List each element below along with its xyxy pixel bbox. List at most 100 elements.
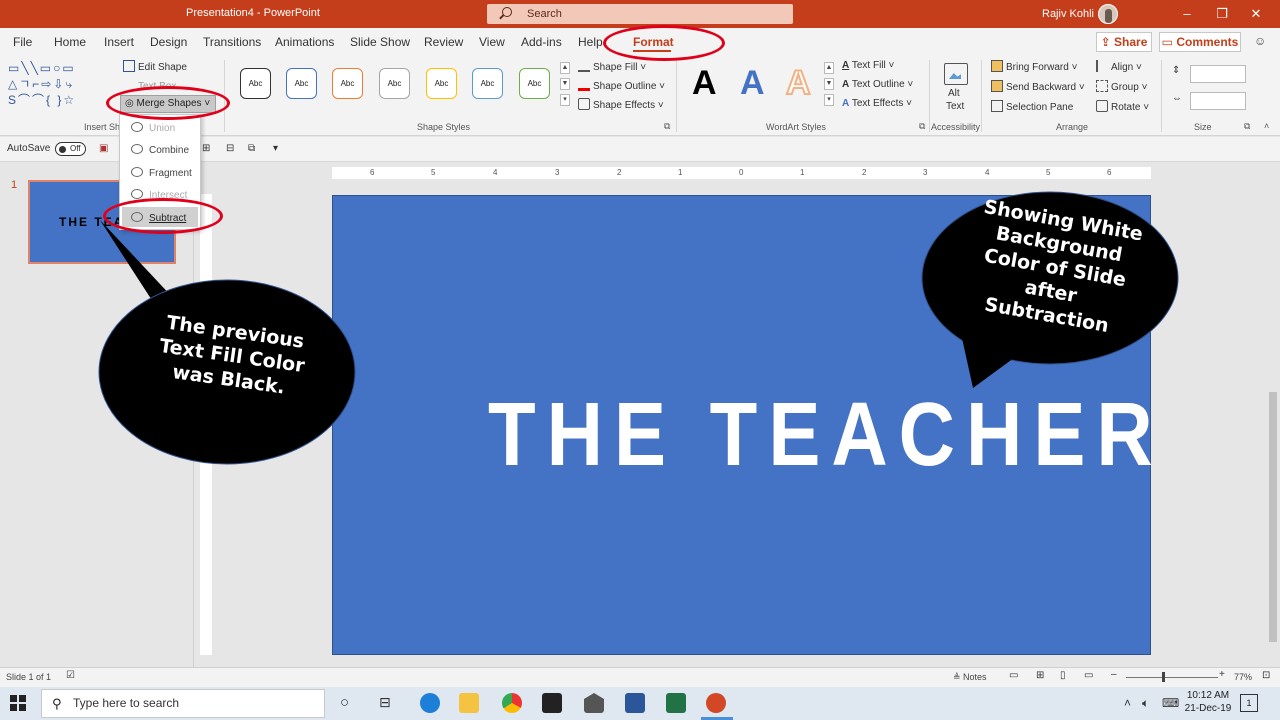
zoom-in-button[interactable]: +	[1219, 669, 1225, 680]
vertical-scrollbar[interactable]	[1266, 162, 1280, 667]
scrollbar-thumb[interactable]	[1269, 392, 1277, 642]
qat-distribute-icon[interactable]: ⊟	[226, 143, 234, 154]
file-explorer-icon[interactable]	[459, 693, 479, 713]
collapse-ribbon-icon[interactable]: ˄	[1264, 121, 1269, 131]
shape-style-5[interactable]: Abc	[426, 68, 457, 99]
slide-sorter-icon[interactable]: ⊞	[1036, 670, 1044, 681]
gallery-up-arrow[interactable]: ▲	[560, 62, 570, 74]
keyboard-icon[interactable]: ⌨	[1162, 696, 1179, 710]
excel-icon[interactable]	[666, 693, 686, 713]
comments-button[interactable]: ▭ Comments	[1159, 32, 1241, 52]
menu-item-combine[interactable]: Combine	[131, 144, 189, 156]
align-button[interactable]: Align ˅	[1096, 60, 1142, 73]
shape-outline-button[interactable]: Shape Outline ˅	[578, 79, 665, 92]
slideshow-view-icon[interactable]: ▭	[1084, 670, 1093, 681]
send-backward-button[interactable]: Send Backward ˅	[991, 80, 1085, 93]
zoom-out-button[interactable]: –	[1111, 669, 1117, 680]
alt-text-label-2[interactable]: Text	[946, 101, 964, 112]
fit-to-window-icon[interactable]: ⊡	[1262, 670, 1270, 681]
show-hidden-icons-icon[interactable]: ˄	[1124, 696, 1131, 710]
taskbar-clock[interactable]: 10:12 AM 21-Dec-19	[1184, 689, 1232, 715]
shape-style-4[interactable]: Abc	[379, 68, 410, 99]
text-fill-button[interactable]: A Text Fill ˅	[842, 60, 894, 71]
rotate-button[interactable]: Rotate ˅	[1096, 100, 1149, 113]
chrome-icon[interactable]	[502, 693, 522, 713]
store-icon[interactable]	[542, 693, 562, 713]
pen-icon	[578, 79, 590, 91]
alt-text-icon[interactable]	[944, 63, 968, 85]
word-icon[interactable]	[625, 693, 645, 713]
edge-icon[interactable]	[420, 693, 440, 713]
wordart-up-arrow[interactable]: ▲	[824, 62, 834, 74]
spell-check-icon[interactable]: ☑	[66, 670, 75, 681]
shape-style-7[interactable]: Abc	[519, 68, 550, 99]
edit-shape-button[interactable]: Edit Shape	[123, 60, 187, 73]
group-button[interactable]: Group ˅	[1096, 80, 1147, 93]
wordart-style-1[interactable]: A	[692, 64, 717, 103]
avatar[interactable]	[1098, 4, 1118, 24]
tab-design[interactable]: Design	[150, 35, 187, 49]
restore-button[interactable]: ❐	[1212, 4, 1232, 24]
menu-item-union[interactable]: Union	[131, 122, 175, 134]
tab-slide-show[interactable]: Slide Show	[350, 35, 410, 49]
search-box[interactable]: Search	[487, 4, 793, 24]
powerpoint-icon[interactable]	[706, 693, 726, 713]
dialog-launcher-icon[interactable]: ⧉	[1244, 121, 1250, 132]
tab-transitions[interactable]: Transitions	[203, 35, 261, 49]
selection-pane-button[interactable]: Selection Pane	[991, 100, 1073, 113]
tab-add-ins[interactable]: Add-ins	[521, 35, 562, 49]
wordart-style-2[interactable]: A	[740, 64, 765, 103]
height-field[interactable]	[1190, 65, 1246, 83]
shape-style-3[interactable]: Abc	[332, 68, 363, 99]
cortana-icon[interactable]: ○	[340, 694, 349, 711]
shape-effects-button[interactable]: Shape Effects ˅	[578, 98, 664, 111]
reading-view-icon[interactable]: ▯	[1060, 670, 1066, 681]
zoom-level[interactable]: 77%	[1234, 672, 1252, 682]
smiley-icon[interactable]: ☺	[1254, 34, 1266, 48]
gallery-down-arrow[interactable]: ▼	[560, 78, 570, 90]
tab-file[interactable]: File	[13, 35, 32, 49]
tab-insert[interactable]: Insert	[104, 35, 134, 49]
tab-animations[interactable]: Animations	[275, 35, 334, 49]
wordart-more-arrow[interactable]: ▾	[824, 94, 834, 106]
tab-help[interactable]: Help	[578, 35, 603, 49]
zoom-slider[interactable]	[1126, 677, 1218, 678]
user-name[interactable]: Rajiv Kohli	[1042, 8, 1094, 20]
autosave-toggle[interactable]: Off	[55, 142, 86, 156]
bring-forward-button[interactable]: Bring Forward ˅	[991, 60, 1077, 73]
task-view-icon[interactable]: ⊟	[379, 694, 391, 711]
shape-style-6[interactable]: Abc	[472, 68, 503, 99]
wordart-style-3[interactable]: A	[785, 63, 812, 103]
shape-fill-button[interactable]: Shape Fill ˅	[578, 60, 646, 73]
shapes-gallery[interactable]: ▭╲╲▭○▭ △ㄱ⌐⇨⇩⤷ S⌒⌒{ }☆	[8, 60, 104, 110]
tab-home[interactable]: Home	[54, 35, 86, 49]
windows-start-icon[interactable]	[10, 695, 26, 711]
qat-customize-icon[interactable]: ▾	[273, 143, 278, 154]
tab-view[interactable]: View	[479, 35, 505, 49]
share-button[interactable]: ⇪ Share	[1096, 32, 1152, 52]
slide-title-text[interactable]: THE TEACHER	[488, 382, 1153, 487]
shape-style-1[interactable]: Abc	[240, 68, 271, 99]
qat-align-icon[interactable]: ⊞	[202, 143, 210, 154]
menu-item-fragment[interactable]: Fragment	[131, 167, 192, 179]
zoom-slider-knob[interactable]	[1162, 672, 1165, 682]
dialog-launcher-icon[interactable]: ⧉	[664, 121, 670, 132]
minimize-button[interactable]: –	[1177, 4, 1197, 24]
width-field[interactable]	[1190, 92, 1246, 110]
notes-button[interactable]: ≜ Notes	[953, 672, 987, 683]
normal-view-icon[interactable]: ▭	[1009, 670, 1018, 681]
text-outline-button[interactable]: A Text Outline ˅	[842, 79, 913, 90]
shape-style-2[interactable]: Abc	[286, 68, 317, 99]
qat-group-icon[interactable]: ⧉	[248, 143, 255, 154]
wordart-down-arrow[interactable]: ▼	[824, 78, 834, 90]
close-button[interactable]: ✕	[1246, 4, 1266, 24]
group-divider	[676, 60, 677, 132]
dialog-launcher-icon[interactable]: ⧉	[919, 121, 925, 132]
notification-icon[interactable]: 1	[1240, 694, 1258, 712]
text-effects-button[interactable]: A Text Effects ˅	[842, 98, 912, 109]
save-icon[interactable]: ▣	[99, 143, 108, 154]
volume-icon[interactable]: 🔈︎	[1142, 696, 1149, 711]
tab-review[interactable]: Review	[424, 35, 463, 49]
gallery-more-arrow[interactable]: ▾	[560, 94, 570, 106]
alt-text-label-1[interactable]: Alt	[948, 88, 960, 99]
